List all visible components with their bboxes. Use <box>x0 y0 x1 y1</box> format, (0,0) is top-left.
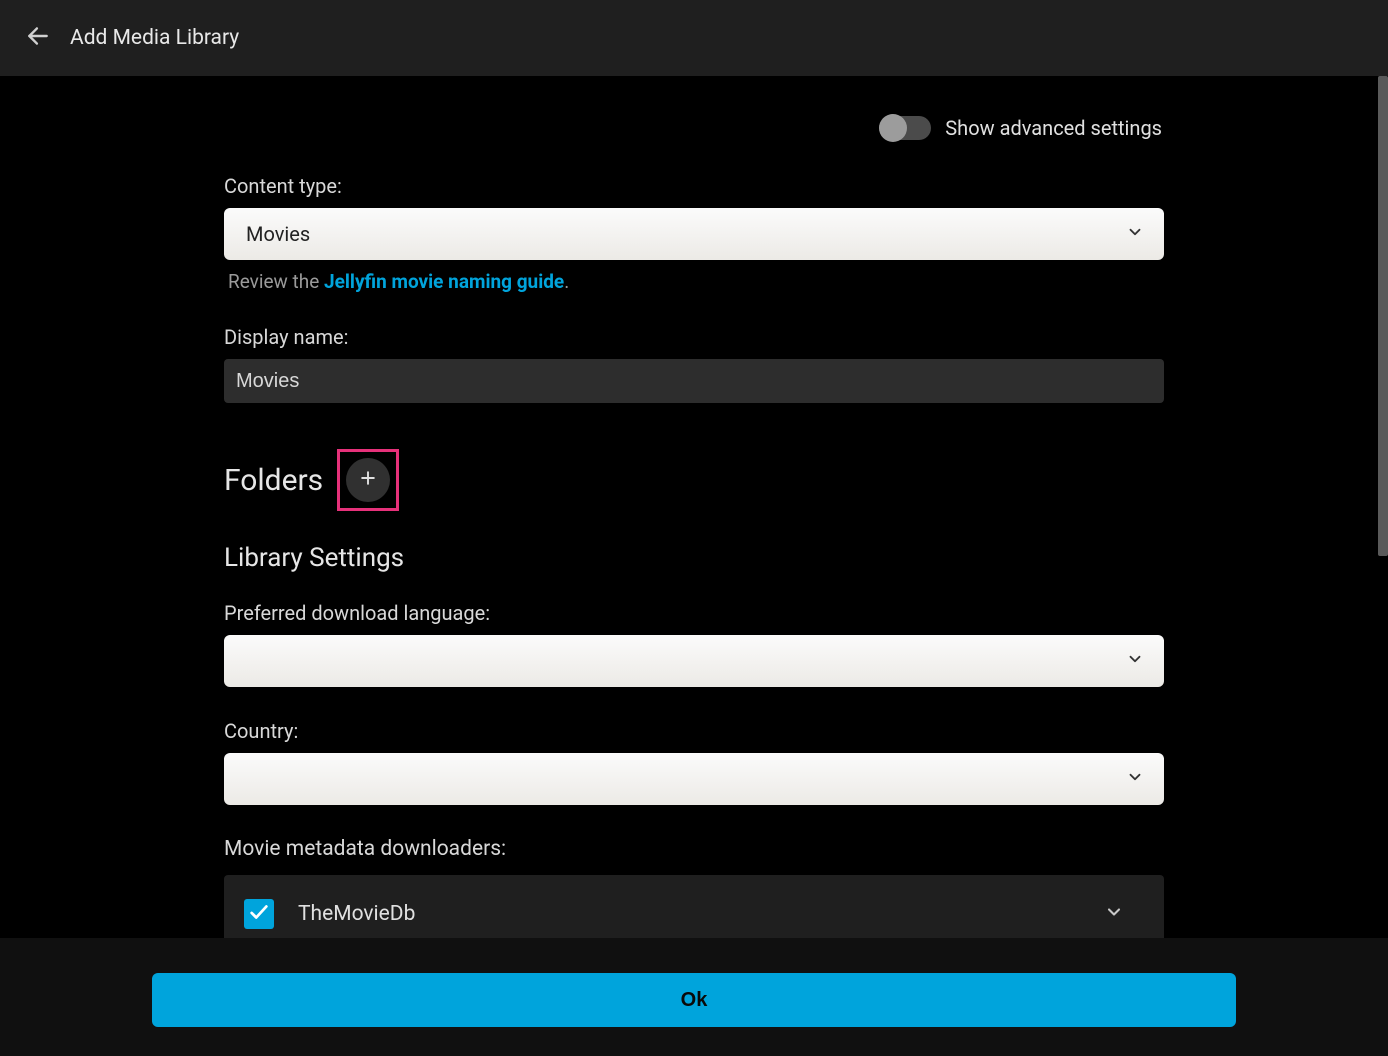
help-prefix: Review the <box>228 270 324 293</box>
content-type-help: Review the Jellyfin movie naming guide. <box>224 270 1164 293</box>
country-select[interactable] <box>224 753 1164 805</box>
downloaders-label: Movie metadata downloaders: <box>224 837 1164 861</box>
downloader-checkbox[interactable] <box>244 899 274 929</box>
plus-icon <box>358 468 378 492</box>
content-type-value: Movies <box>246 222 310 246</box>
display-name-label: Display name: <box>224 325 1164 349</box>
language-label: Preferred download language: <box>224 601 1164 625</box>
chevron-down-icon <box>1126 767 1144 791</box>
naming-guide-link[interactable]: Jellyfin movie naming guide <box>324 270 564 293</box>
add-folder-button[interactable] <box>346 458 390 502</box>
toggle-knob <box>879 114 907 142</box>
content-type-label: Content type: <box>224 174 1164 198</box>
dialog-title: Add Media Library <box>70 26 239 50</box>
language-select[interactable] <box>224 635 1164 687</box>
display-name-input[interactable] <box>224 359 1164 403</box>
folders-heading: Folders <box>224 463 323 498</box>
help-suffix: . <box>564 270 569 293</box>
content-type-select[interactable]: Movies <box>224 208 1164 260</box>
scroll-area[interactable]: Show advanced settings Content type: Mov… <box>0 76 1388 1056</box>
advanced-label: Show advanced settings <box>945 116 1162 140</box>
country-label: Country: <box>224 719 1164 743</box>
check-icon <box>248 901 270 927</box>
ok-button[interactable]: Ok <box>152 973 1236 1027</box>
dialog-header: Add Media Library <box>0 0 1388 76</box>
downloader-expand[interactable] <box>1104 902 1124 926</box>
scrollbar-thumb[interactable] <box>1378 76 1388 556</box>
dialog-body: Show advanced settings Content type: Mov… <box>0 76 1388 1056</box>
chevron-down-icon <box>1126 222 1144 246</box>
library-settings-heading: Library Settings <box>224 543 1164 573</box>
dialog-footer: Ok <box>0 938 1388 1056</box>
downloader-name: TheMovieDb <box>298 902 415 926</box>
advanced-toggle[interactable] <box>879 116 931 140</box>
chevron-down-icon <box>1126 649 1144 673</box>
chevron-down-icon <box>1104 907 1124 926</box>
arrow-left-icon <box>25 23 51 53</box>
back-button[interactable] <box>18 18 58 58</box>
add-folder-highlight <box>337 449 399 511</box>
